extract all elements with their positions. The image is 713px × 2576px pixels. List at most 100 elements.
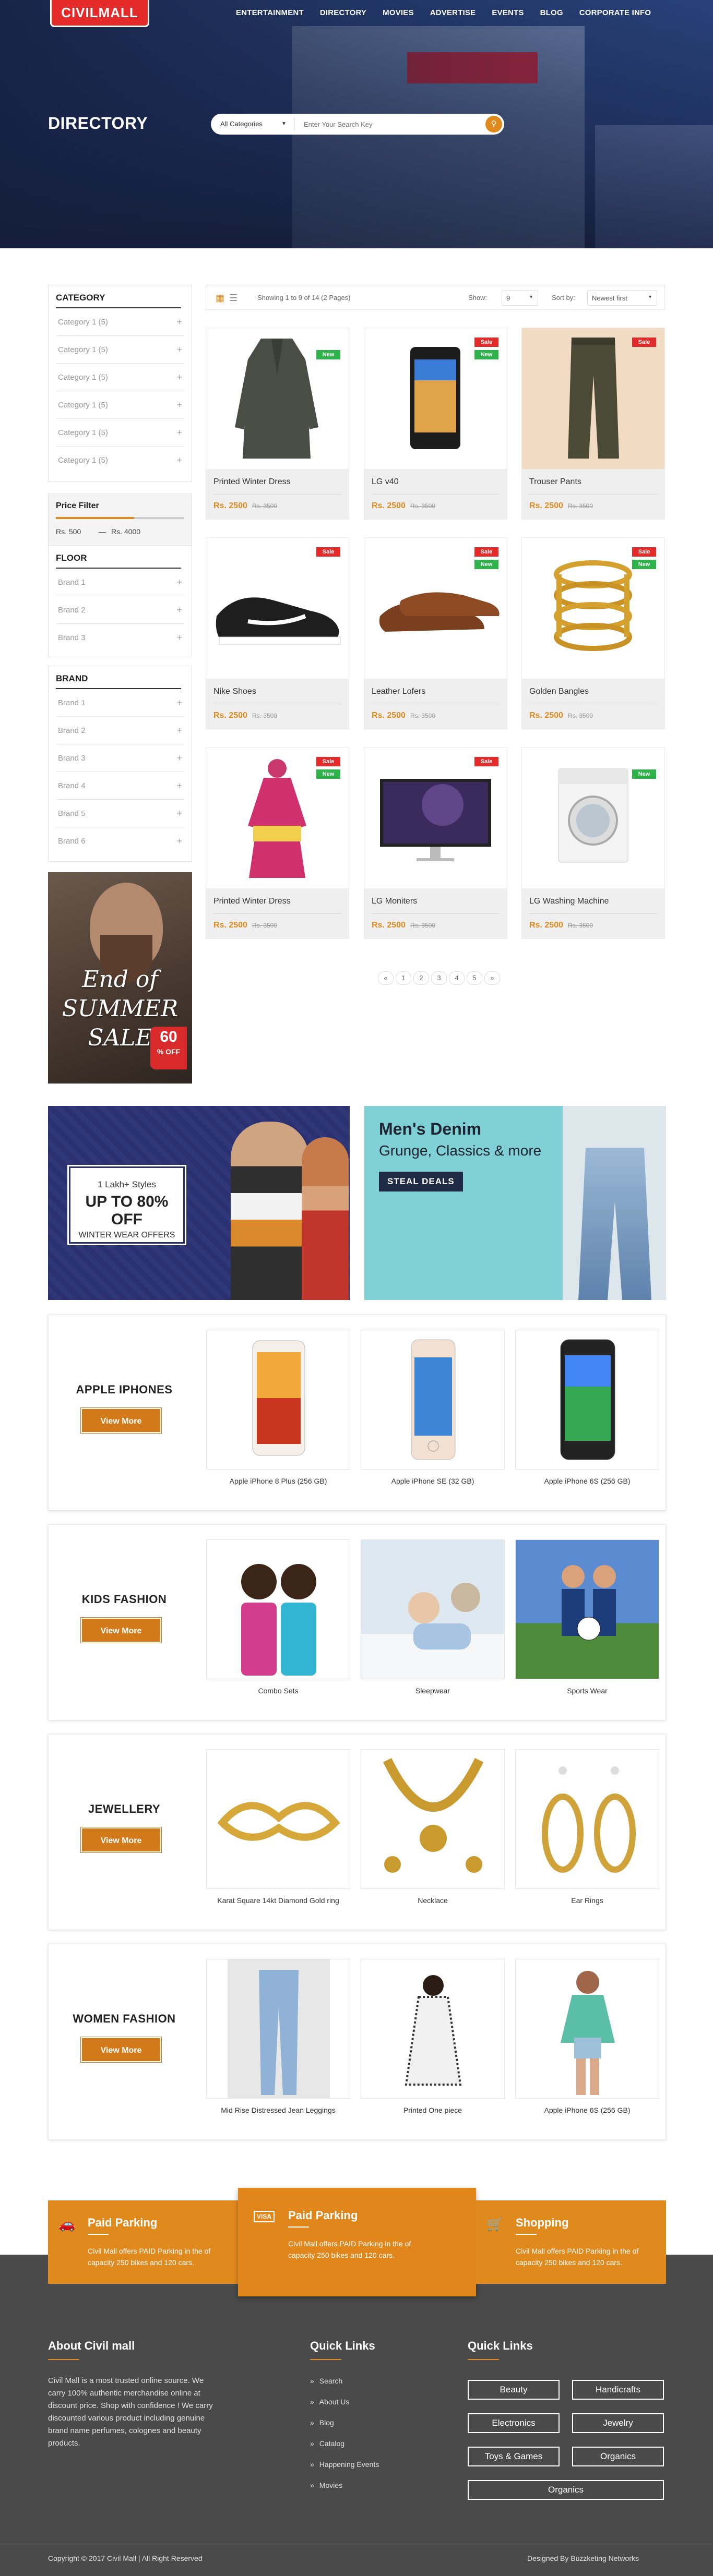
view-more-button[interactable]: View More: [80, 1407, 162, 1434]
brand-item[interactable]: Brand 5 +: [56, 800, 184, 827]
site-logo[interactable]: CIVILMALL: [50, 0, 149, 27]
tag-organics-2[interactable]: Organics: [468, 2480, 664, 2500]
category-item-caption[interactable]: Karat Square 14kt Diamond Gold ring: [206, 1896, 350, 1905]
product-name[interactable]: Printed Winter Dress: [213, 477, 291, 487]
category-item-caption[interactable]: Combo Sets: [206, 1687, 350, 1695]
brand-item[interactable]: Brand 3 +: [56, 744, 184, 772]
plus-icon[interactable]: +: [176, 364, 182, 391]
category-item[interactable]: Apple iPhone 6S (256 GB): [515, 1959, 659, 2114]
plus-icon[interactable]: +: [176, 569, 182, 596]
product-name[interactable]: Golden Bangles: [529, 687, 589, 696]
product-image-kids-dress[interactable]: [206, 748, 349, 888]
page-5[interactable]: 5: [467, 971, 482, 985]
chevron-down-icon[interactable]: ▼: [281, 121, 287, 127]
category-item-caption[interactable]: Apple iPhone 8 Plus (256 GB): [206, 1477, 350, 1485]
winter-wear-banner[interactable]: 1 Lakh+ Styles UP TO 80% OFF WINTER WEAR…: [48, 1106, 350, 1300]
brand-item[interactable]: Brand 4 +: [56, 772, 184, 800]
page-next[interactable]: »: [484, 971, 500, 985]
plus-icon[interactable]: +: [176, 772, 182, 799]
plus-icon[interactable]: +: [176, 391, 182, 418]
category-item[interactable]: Category 1 (5) +: [56, 419, 184, 447]
plus-icon[interactable]: +: [176, 689, 182, 716]
product-image-shoes[interactable]: [206, 538, 349, 679]
brand-item[interactable]: Brand 6 +: [56, 827, 184, 855]
page-2[interactable]: 2: [413, 971, 429, 985]
sleepwear-image[interactable]: [361, 1539, 505, 1679]
plus-icon[interactable]: +: [176, 308, 182, 335]
women-outfit-image[interactable]: [515, 1959, 659, 2099]
plus-icon[interactable]: +: [176, 596, 182, 623]
category-item[interactable]: Apple iPhone 6S (256 GB): [515, 1330, 659, 1485]
category-item[interactable]: Apple iPhone SE (32 GB): [361, 1330, 505, 1485]
product-card[interactable]: Sale New Printed Winter Dress Rs. 2500 Rs.…: [206, 747, 349, 939]
category-item-caption[interactable]: Printed One piece: [361, 2106, 505, 2114]
category-item-caption[interactable]: Sleepwear: [361, 1687, 505, 1695]
combo-sets-image[interactable]: [206, 1539, 350, 1679]
product-name[interactable]: LG v40: [372, 477, 399, 487]
ear-rings-image[interactable]: [515, 1749, 659, 1889]
footer-link-blog[interactable]: Blog: [310, 2418, 334, 2427]
page-1[interactable]: 1: [396, 971, 411, 985]
plus-icon[interactable]: +: [176, 419, 182, 446]
footer-link-search[interactable]: Search: [310, 2377, 342, 2385]
plus-icon[interactable]: +: [176, 717, 182, 744]
plus-icon[interactable]: +: [176, 624, 182, 652]
category-item-caption[interactable]: Ear Rings: [515, 1896, 659, 1905]
brand-item[interactable]: Brand 1 +: [56, 689, 184, 717]
product-card[interactable]: Sale New LG v40 Rs. 2500 Rs. 3500: [364, 328, 507, 520]
category-item[interactable]: Category 1 (5) +: [56, 308, 184, 336]
nav-advertise[interactable]: ADVERTISE: [430, 8, 476, 17]
steal-deals-button[interactable]: STEAL DEALS: [379, 1172, 463, 1191]
product-image-monitor[interactable]: [364, 748, 507, 888]
nav-corporate-info[interactable]: CORPORATE INFO: [579, 8, 651, 17]
category-item[interactable]: Karat Square 14kt Diamond Gold ring: [206, 1749, 350, 1905]
product-image-phone[interactable]: [364, 328, 507, 469]
product-name[interactable]: Trouser Pants: [529, 477, 581, 487]
search-input[interactable]: [304, 119, 476, 129]
product-name[interactable]: Printed Winter Dress: [213, 897, 291, 906]
product-image-coat[interactable]: [206, 328, 349, 469]
category-item[interactable]: Category 1 (5) +: [56, 447, 184, 474]
page-4[interactable]: 4: [449, 971, 465, 985]
category-item[interactable]: Category 1 (5) +: [56, 391, 184, 419]
page-prev[interactable]: «: [378, 971, 394, 985]
category-item[interactable]: Necklace: [361, 1749, 505, 1905]
category-item[interactable]: Category 1 (5) +: [56, 336, 184, 364]
plus-icon[interactable]: +: [176, 744, 182, 772]
iphone-8-plus-image[interactable]: [206, 1330, 350, 1470]
tag-organics[interactable]: Organics: [572, 2447, 664, 2466]
plus-icon[interactable]: +: [176, 827, 182, 855]
product-name[interactable]: LG Moniters: [372, 897, 417, 906]
nav-blog[interactable]: BLOG: [540, 8, 563, 17]
floor-item[interactable]: Brand 2 +: [56, 596, 184, 624]
footer-link-catalog[interactable]: Catalog: [310, 2439, 344, 2448]
price-slider-range[interactable]: [56, 517, 134, 519]
plus-icon[interactable]: +: [176, 800, 182, 827]
category-item-caption[interactable]: Apple iPhone 6S (256 GB): [515, 1477, 659, 1485]
list-view-icon[interactable]: ☰: [229, 293, 237, 304]
iphone-se-image[interactable]: [361, 1330, 505, 1470]
nav-events[interactable]: EVENTS: [492, 8, 524, 17]
tag-jewelry[interactable]: Jewelry: [572, 2413, 664, 2433]
product-image-loafers[interactable]: [364, 538, 507, 679]
summer-sale-banner[interactable]: End of SUMMER SALE 60% OFF: [48, 872, 192, 1084]
show-select[interactable]: 9 ▼: [502, 290, 538, 306]
category-item[interactable]: Mid Rise Distressed Jean Leggings: [206, 1959, 350, 2114]
floor-item[interactable]: Brand 3 +: [56, 624, 184, 652]
plus-icon[interactable]: +: [176, 336, 182, 363]
designer-credit[interactable]: Designed By Buzzketing Networks: [527, 2554, 639, 2562]
brand-item[interactable]: Brand 2 +: [56, 717, 184, 744]
category-item-caption[interactable]: Apple iPhone 6S (256 GB): [515, 2106, 659, 2114]
grid-view-icon[interactable]: ▦: [216, 293, 224, 304]
product-card[interactable]: New LG Washing Machine Rs. 2500 Rs. 3500: [521, 747, 665, 939]
category-item[interactable]: Ear Rings: [515, 1749, 659, 1905]
floor-item[interactable]: Brand 1 +: [56, 569, 184, 596]
tag-handicrafts[interactable]: Handicrafts: [572, 2380, 664, 2400]
product-name[interactable]: Leather Lofers: [372, 687, 425, 696]
product-image-washer[interactable]: [522, 748, 664, 888]
nav-movies[interactable]: MOVIES: [383, 8, 414, 17]
category-item[interactable]: Sleepwear: [361, 1539, 505, 1695]
footer-link-events[interactable]: Happening Events: [310, 2460, 379, 2469]
product-card[interactable]: Sale Trouser Pants Rs. 2500 Rs. 3500: [521, 328, 665, 520]
search-icon[interactable]: ⚲: [485, 116, 502, 133]
